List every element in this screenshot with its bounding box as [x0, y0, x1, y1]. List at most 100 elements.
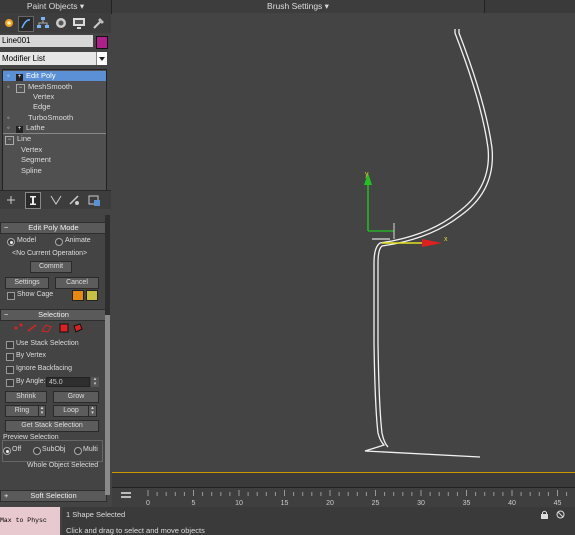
y-axis-label: y — [365, 171, 369, 178]
stack-item-lathe[interactable]: ◦ + Lathe — [3, 123, 45, 133]
get-stack-selection-button[interactable]: Get Stack Selection — [5, 420, 99, 432]
timeline-tick-label: 10 — [235, 500, 243, 507]
timeline-tick-label: 35 — [463, 500, 471, 507]
collapse-rollout-icon: − — [4, 310, 9, 319]
animate-radio[interactable] — [55, 238, 63, 246]
ring-spinner[interactable]: ▴ ▾ — [38, 405, 46, 417]
stack-subitem-edge[interactable]: Edge — [33, 102, 51, 112]
motion-tab-icon[interactable] — [54, 16, 68, 30]
timeline-tick-label: 40 — [508, 500, 516, 507]
modifier-list-dropdown[interactable]: Modifier List — [0, 52, 107, 65]
expand-icon[interactable]: + — [16, 74, 23, 81]
stack-item-turbosmooth[interactable]: ◦ TurboSmooth — [3, 113, 73, 123]
preview-off-label: Off — [12, 446, 22, 453]
utilities-tab-icon[interactable] — [92, 16, 106, 30]
loop-button[interactable]: Loop — [53, 405, 89, 417]
create-tab-icon[interactable] — [2, 16, 16, 30]
collapse-icon[interactable]: − — [16, 84, 25, 93]
transform-gizmo — [364, 173, 442, 247]
by-vertex-label: By Vertex — [16, 352, 46, 359]
border-level-icon — [41, 324, 52, 333]
object-name-field[interactable]: Line001 — [0, 35, 93, 47]
ignore-backfacing-checkbox[interactable] — [6, 366, 14, 374]
brush-settings-dropdown[interactable]: Brush Settings ▾ — [112, 0, 485, 13]
grow-button[interactable]: Grow — [53, 391, 99, 403]
polygon-level-icon — [59, 323, 69, 333]
by-angle-label: By Angle: — [16, 378, 46, 385]
maxscript-listener[interactable]: Max to Physc — [0, 507, 60, 535]
display-tab-icon[interactable] — [72, 16, 86, 30]
stack-item-label: Lathe — [26, 123, 45, 132]
by-vertex-checkbox[interactable] — [6, 353, 14, 361]
modify-tab-icon[interactable] — [18, 16, 34, 32]
model-label: Model — [17, 237, 37, 244]
collapse-icon[interactable]: − — [5, 136, 14, 145]
lock-icon[interactable] — [540, 510, 549, 519]
timeline-tick-label: 45 — [554, 500, 562, 507]
use-stack-selection-checkbox[interactable] — [6, 341, 14, 349]
stack-subitem-segment[interactable]: Segment — [21, 155, 51, 165]
by-angle-checkbox[interactable] — [6, 379, 14, 387]
absolute-mode-icon[interactable] — [556, 510, 565, 519]
prompt-text: Click and drag to select and move object… — [66, 526, 205, 535]
show-cage-label: Show Cage — [17, 291, 54, 298]
show-end-result-icon[interactable] — [25, 192, 41, 209]
stack-tools — [0, 190, 111, 209]
cancel-button[interactable]: Cancel — [55, 277, 99, 289]
time-slider[interactable]: 0 5 10 15 20 25 30 35 40 45 — [112, 487, 575, 508]
lightbulb-icon[interactable]: ◦ — [7, 82, 13, 92]
stack-item-label: Edit Poly — [26, 71, 56, 80]
stack-item-label: MeshSmooth — [28, 82, 73, 91]
angle-spinner[interactable]: ▴ ▾ — [91, 377, 99, 387]
soft-selection-rollout-header[interactable]: + Soft Selection — [0, 490, 107, 502]
current-operation-text: <No Current Operation> — [12, 250, 88, 257]
model-radio[interactable] — [7, 238, 15, 246]
configure-sets-icon[interactable] — [87, 193, 101, 207]
stack-subitem-vertex[interactable]: Vertex — [21, 145, 42, 155]
scrollbar-thumb[interactable] — [105, 315, 110, 495]
viewport-canvas: y x — [364, 29, 494, 458]
track-bar[interactable] — [112, 472, 575, 487]
shrink-button[interactable]: Shrink — [5, 391, 47, 403]
selection-rollout-header[interactable]: − Selection — [0, 309, 107, 321]
stack-item-line[interactable]: − Line — [3, 134, 31, 145]
timeline-tick-label: 15 — [281, 500, 289, 507]
lightbulb-icon[interactable]: ◦ — [7, 123, 13, 133]
modifier-list-label: Modifier List — [2, 54, 46, 63]
cage-color-swatch-1[interactable] — [72, 290, 84, 301]
animate-label: Animate — [65, 237, 91, 244]
hierarchy-tab-icon[interactable] — [36, 16, 50, 30]
expand-icon[interactable]: + — [16, 126, 23, 133]
lightbulb-icon[interactable]: ◦ — [7, 71, 13, 81]
timeline-tick-label: 0 — [146, 500, 150, 507]
expand-rollout-icon: + — [4, 491, 9, 500]
subobject-level-icons — [10, 322, 100, 334]
paint-objects-dropdown[interactable]: Paint Objects ▾ — [0, 0, 112, 13]
top-toolbar: Paint Objects ▾ Brush Settings ▾ — [0, 0, 575, 14]
stack-subitem-vertex[interactable]: Vertex — [33, 92, 54, 102]
x-axis-label: x — [444, 236, 448, 243]
commit-button[interactable]: Commit — [30, 261, 72, 273]
pin-stack-icon[interactable] — [5, 194, 17, 206]
settings-button[interactable]: Settings — [5, 277, 49, 289]
remove-modifier-icon[interactable] — [68, 194, 80, 206]
stack-subitem-spline[interactable]: Spline — [21, 166, 42, 176]
edit-poly-mode-rollout-header[interactable]: − Edit Poly Mode — [0, 222, 107, 234]
ring-button[interactable]: Ring — [5, 405, 39, 417]
object-color-swatch[interactable] — [96, 36, 108, 49]
make-unique-icon[interactable] — [50, 194, 62, 206]
stack-item-label: TurboSmooth — [28, 113, 74, 122]
loop-spinner[interactable]: ▴ ▾ — [88, 405, 97, 417]
viewport[interactable]: y x — [112, 13, 575, 471]
angle-value-field[interactable]: 45.0 — [46, 377, 90, 387]
stack-item-meshsmooth[interactable]: ◦ − MeshSmooth — [3, 82, 73, 93]
cage-color-swatch-2[interactable] — [86, 290, 98, 301]
show-cage-checkbox[interactable] — [7, 292, 15, 300]
command-panel-scrollbar[interactable] — [105, 215, 110, 495]
preview-subobj-radio[interactable] — [33, 447, 41, 455]
preview-multi-radio[interactable] — [74, 447, 82, 455]
stack-item-edit-poly[interactable]: ◦ + Edit Poly — [3, 71, 106, 81]
rollout-title: Selection — [38, 310, 69, 319]
preview-off-radio[interactable] — [3, 447, 11, 455]
lightbulb-icon[interactable]: ◦ — [7, 113, 13, 123]
